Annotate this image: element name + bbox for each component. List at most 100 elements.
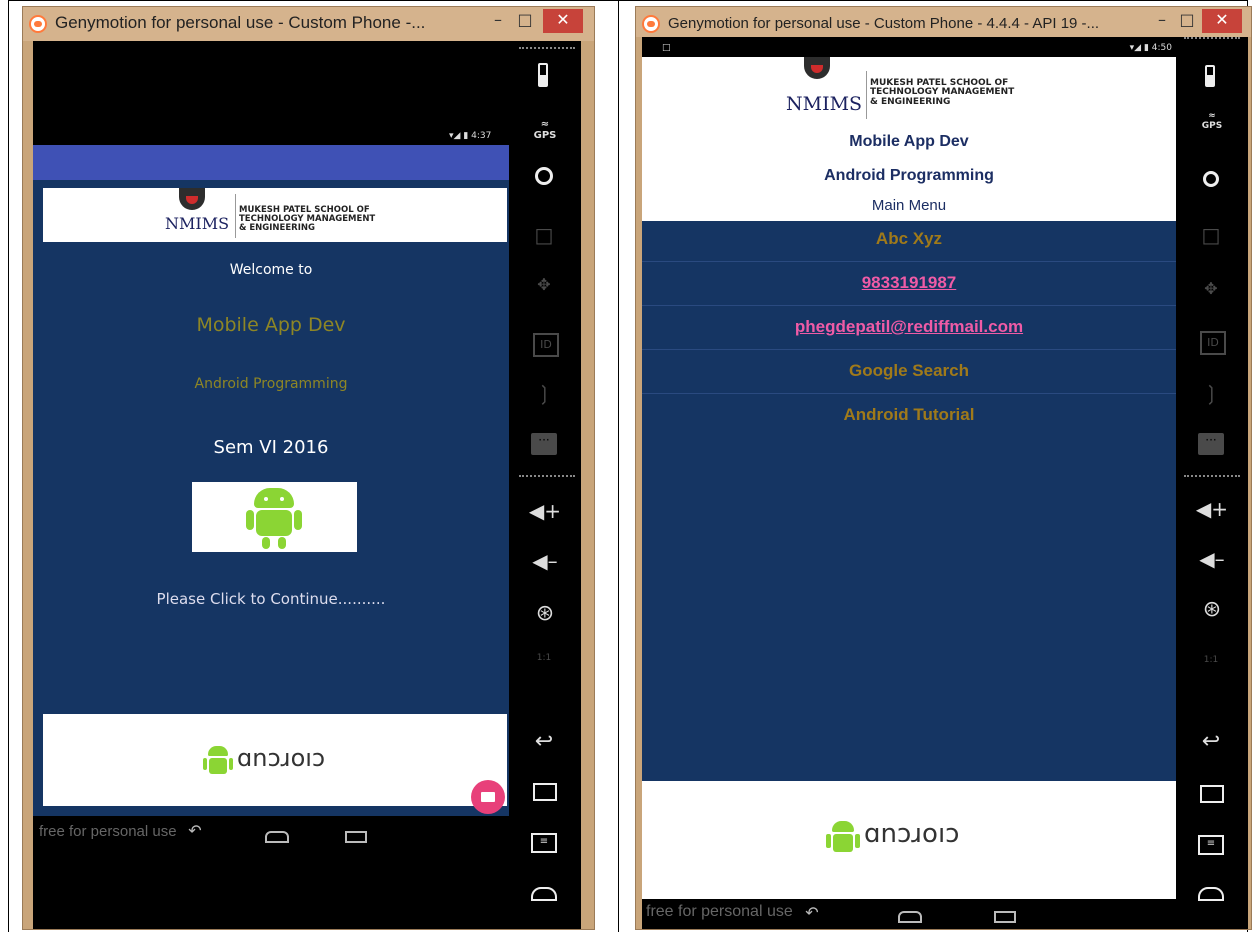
volume-down-icon[interactable]: ◀– (1194, 547, 1230, 571)
pixel-perfect-icon[interactable]: 1:1 (529, 653, 559, 663)
volume-up-icon[interactable]: ◀+ (527, 499, 563, 523)
banner-school-name: MUKESH PATEL SCHOOL OF TECHNOLOGY MANAGE… (239, 205, 376, 233)
sms-icon[interactable]: ··· (531, 433, 557, 455)
banner-divider (235, 194, 236, 238)
dpad-icon[interactable]: ✥ (529, 275, 559, 294)
notification-icon: □ (662, 43, 671, 53)
close-button[interactable]: ✕ (1202, 9, 1242, 33)
minimize-button[interactable]: – (486, 9, 510, 33)
menu-item-android-tutorial[interactable]: Android Tutorial (642, 405, 1176, 425)
dpad-icon[interactable]: ✥ (1196, 279, 1226, 298)
nmims-crest (804, 57, 830, 79)
nav-back-icon[interactable]: ↶ (802, 903, 822, 922)
battery-icon[interactable] (535, 63, 551, 89)
menu-icon[interactable]: ≡ (1198, 835, 1224, 855)
id-icon[interactable]: ID (1200, 331, 1226, 355)
bottom-nav-bar: free for personal use ↶ (642, 899, 1176, 929)
minimize-button[interactable]: – (1151, 9, 1173, 33)
nmims-logo: NMIMS (165, 214, 230, 233)
genymotion-app-icon (29, 15, 47, 33)
mail-fab[interactable] (471, 780, 505, 814)
menu-item-google-search[interactable]: Google Search (642, 361, 1176, 381)
sms-icon[interactable]: ··· (1198, 433, 1224, 455)
title-bar: Genymotion for personal use - Custom Pho… (636, 7, 1251, 37)
battery-status-icon: ▮ (1143, 43, 1149, 53)
nmims-banner: NMIMS MUKESH PATEL SCHOOL OF TECHNOLOGY … (43, 188, 507, 242)
cast-icon[interactable]: ❳ (1196, 381, 1226, 405)
recent-apps-icon[interactable] (1200, 785, 1224, 803)
volume-up-icon[interactable]: ◀+ (1194, 497, 1230, 521)
genymotion-window-left: Genymotion for personal use - Custom Pho… (22, 6, 595, 930)
nav-home-icon[interactable] (898, 911, 922, 923)
nav-back-icon[interactable]: ↶ (185, 821, 205, 840)
maximize-button[interactable]: □ (1176, 9, 1198, 33)
android-robot-image[interactable] (192, 482, 357, 552)
mail-icon (481, 792, 495, 802)
app-title: Mobile App Dev (849, 133, 969, 150)
genymotion-sidebar: ≈ GPS □ ✥ ID ❳ ··· ◀+ ◀– ⊛ 1:1 ↩ ≡ (1176, 37, 1248, 929)
home-icon[interactable] (1198, 887, 1224, 901)
nav-recent-icon[interactable] (345, 831, 367, 843)
genymotion-app-icon (642, 15, 660, 33)
rotate-icon[interactable]: ⊛ (1198, 597, 1226, 622)
nav-home-icon[interactable] (265, 831, 289, 843)
volume-down-icon[interactable]: ◀– (527, 549, 563, 573)
battery-status-icon: ▮ (463, 131, 469, 141)
webcam-icon[interactable] (1203, 171, 1219, 187)
genymotion-sidebar: ≈ GPS □ ✥ ID ❳ ··· ◀+ ◀– ⊛ 1:1 ↩ ≡ (509, 41, 581, 929)
nav-recent-icon[interactable] (994, 911, 1016, 923)
id-icon[interactable]: ID (533, 333, 559, 357)
footer-robot-icon (208, 746, 228, 756)
menu-item-email[interactable]: phegdepatil@rediffmail.com (642, 317, 1176, 337)
status-bar: ▾◢ ▮ 4:37 (449, 131, 509, 141)
menu-title: Main Menu (871, 197, 947, 214)
status-time: 4:37 (471, 131, 492, 141)
continue-text[interactable]: Please Click to Continue.......... (33, 590, 509, 608)
pixel-perfect-icon[interactable]: 1:1 (1196, 655, 1226, 665)
wifi-signal-icon: ▾◢ (449, 131, 461, 141)
menu-item-phone[interactable]: 9833191987 (642, 273, 1176, 293)
watermark: free for personal use (646, 903, 793, 920)
android-wordmark: ɑnɔɹoıɔ (864, 819, 960, 849)
device-frame: □ ▾◢ ▮ 4:50 NMIMS MUKESH PATEL SCHOOL OF… (642, 37, 1176, 929)
menu-icon[interactable]: ≡ (531, 833, 557, 853)
sidebar-divider-2 (1184, 475, 1240, 479)
main-menu-list: Abc Xyz 9833191987 phegdepatil@rediffmai… (642, 221, 1176, 781)
status-bar: □ ▾◢ ▮ 4:50 (656, 43, 1176, 57)
sidebar-divider-2 (519, 475, 575, 479)
window-title: Genymotion for personal use - Custom Pho… (668, 15, 1100, 32)
clapper-icon[interactable]: □ (1196, 223, 1226, 247)
status-time: 4:50 (1151, 43, 1172, 53)
clapper-icon[interactable]: □ (529, 223, 559, 247)
recent-apps-icon[interactable] (533, 783, 557, 801)
home-icon[interactable] (531, 887, 557, 901)
app-bar (33, 145, 509, 180)
app-screen: NMIMS MUKESH PATEL SCHOOL OF TECHNOLOGY … (33, 180, 509, 816)
device-frame: ▾◢ ▮ 4:37 NMIMS MUKESH PATEL SCHOOL OF T… (33, 41, 509, 929)
gps-icon[interactable]: ≈ GPS (525, 119, 565, 141)
header-area: NMIMS MUKESH PATEL SCHOOL OF TECHNOLOGY … (642, 57, 1176, 221)
table-border-mid (618, 0, 619, 932)
back-icon[interactable]: ↩ (529, 729, 559, 754)
app-screen: NMIMS MUKESH PATEL SCHOOL OF TECHNOLOGY … (642, 57, 1176, 929)
nmims-logo: NMIMS (786, 93, 863, 115)
app-title: Mobile App Dev (196, 314, 346, 336)
gps-icon[interactable]: ≈ GPS (1192, 111, 1232, 131)
close-button[interactable]: ✕ (543, 9, 583, 33)
menu-item-name[interactable]: Abc Xyz (642, 229, 1176, 249)
subtitle: Android Programming (194, 376, 348, 392)
robot-head (254, 488, 294, 508)
subtitle: Android Programming (824, 167, 994, 184)
back-icon[interactable]: ↩ (1196, 729, 1226, 754)
banner-divider (866, 71, 867, 119)
rotate-icon[interactable]: ⊛ (531, 601, 559, 626)
window-title: Genymotion for personal use - Custom Pho… (55, 13, 426, 32)
genymotion-window-right: Genymotion for personal use - Custom Pho… (635, 6, 1252, 930)
android-footer-banner: ɑnɔɹoıɔ (642, 781, 1176, 899)
cast-icon[interactable]: ❳ (529, 381, 559, 405)
maximize-button[interactable]: □ (513, 9, 537, 33)
welcome-text: Welcome to (229, 262, 313, 278)
sidebar-divider (519, 47, 575, 51)
webcam-icon[interactable] (535, 167, 553, 185)
battery-icon[interactable] (1202, 65, 1218, 91)
